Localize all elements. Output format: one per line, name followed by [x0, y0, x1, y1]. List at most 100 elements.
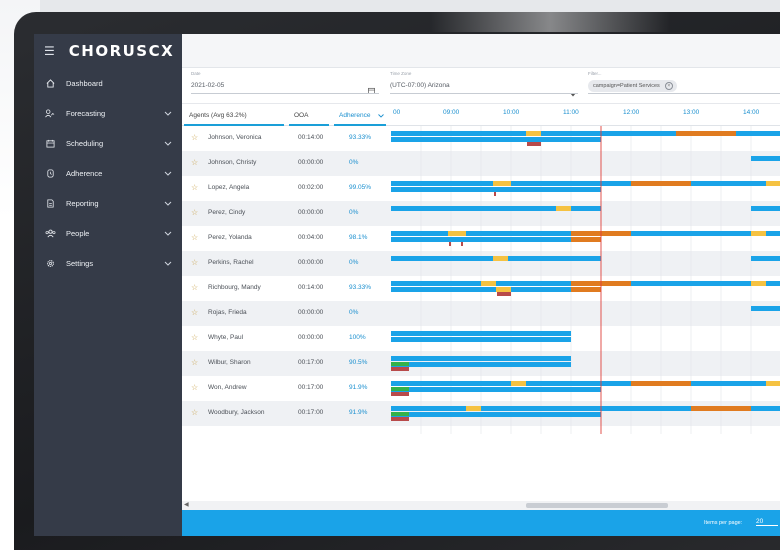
filter-chip[interactable]: campaign=Patient Services ×: [588, 80, 677, 92]
sidebar-item-adherence[interactable]: Adherence: [34, 158, 182, 188]
bezel-glare: [430, 12, 670, 32]
star-icon[interactable]: ☆: [191, 408, 198, 417]
timeline-segment: [496, 287, 511, 292]
hour-tick-label: 09:00: [443, 109, 460, 116]
timeline-segment: [571, 287, 601, 292]
star-icon[interactable]: ☆: [191, 308, 198, 317]
timeline-segment: [481, 281, 496, 286]
star-icon[interactable]: ☆: [191, 333, 198, 342]
timeline-segment: [391, 392, 409, 396]
star-icon[interactable]: ☆: [191, 283, 198, 292]
timeline-segment: [493, 256, 508, 261]
adherence-column-header[interactable]: Adherence: [339, 112, 370, 119]
star-icon[interactable]: ☆: [191, 133, 198, 142]
timeline-segment: [466, 231, 571, 236]
ooa-column-header[interactable]: OOA: [294, 112, 308, 119]
agent-adherence: 98.1%: [349, 234, 368, 241]
star-icon[interactable]: ☆: [191, 383, 198, 392]
agent-adherence: 100%: [349, 334, 366, 341]
agent-adherence: 90.5%: [349, 359, 368, 366]
timeline-segment: [751, 406, 780, 411]
timezone-select[interactable]: (UTC-07:00) Arizona: [390, 82, 450, 89]
agent-name: Rojas, Frieda: [208, 309, 247, 316]
timeline-chart: [391, 126, 780, 434]
calendar-icon: [44, 137, 56, 149]
timeline-segment: [391, 412, 601, 417]
timeline-segment: [466, 406, 481, 411]
agent-ooa: 00:00:00: [298, 159, 324, 166]
star-icon[interactable]: ☆: [191, 158, 198, 167]
sidebar-item-settings[interactable]: Settings: [34, 248, 182, 278]
agent-name: Won, Andrew: [208, 384, 247, 391]
main-content: Date 2021-02-05 Time Zone (UTC-07:00) Ar…: [182, 34, 780, 536]
timeline-segment: [391, 137, 601, 142]
timeline-segment: [391, 287, 496, 292]
sidebar-item-people[interactable]: People: [34, 218, 182, 248]
items-per-page-select[interactable]: 20: [756, 518, 778, 526]
timeline-segment: [691, 181, 766, 186]
agent-name: Woodbury, Jackson: [208, 409, 265, 416]
agents-column-header[interactable]: Agents (Avg 63.2%): [189, 112, 247, 119]
horizontal-scrollbar[interactable]: ◀: [182, 501, 780, 510]
agent-ooa: 00:17:00: [298, 409, 324, 416]
filter-chip-label: campaign=Patient Services: [593, 83, 660, 89]
star-icon[interactable]: ☆: [191, 258, 198, 267]
timeline-segment: [751, 256, 780, 261]
timeline-segment: [391, 387, 601, 392]
sidebar-item-dashboard[interactable]: Dashboard: [34, 68, 182, 98]
filter-underline: [588, 93, 780, 94]
scroll-left-icon[interactable]: ◀: [184, 501, 189, 508]
timeline-segment: [494, 192, 496, 196]
timeline-segment: [391, 367, 409, 371]
timeline-segment: [527, 142, 541, 146]
timeline-svg: [391, 126, 780, 434]
sidebar-item-forecasting[interactable]: Forecasting: [34, 98, 182, 128]
timeline-segment: [691, 381, 766, 386]
timeline-segment: [448, 231, 466, 236]
sidebar-item-label: Scheduling: [66, 138, 104, 148]
agent-name: Perkins, Rachel: [208, 259, 254, 266]
timeline-segment: [766, 181, 780, 186]
star-icon[interactable]: ☆: [191, 233, 198, 242]
timeline-segment: [736, 131, 780, 136]
sidebar-item-scheduling[interactable]: Scheduling: [34, 128, 182, 158]
chevron-down-icon: [164, 199, 174, 208]
timeline-segment: [766, 231, 780, 236]
agent-ooa: 00:04:00: [298, 234, 324, 241]
star-icon[interactable]: ☆: [191, 208, 198, 217]
sidebar-item-label: Settings: [66, 258, 94, 268]
app-screen: ☰ CHORUSCX Dashboard Forecasting Schedul…: [34, 34, 780, 536]
hour-tick-label: 13:00: [683, 109, 700, 116]
sidebar-item-reporting[interactable]: Reporting: [34, 188, 182, 218]
star-icon[interactable]: ☆: [191, 183, 198, 192]
hour-tick-label: 00: [393, 109, 401, 116]
star-icon[interactable]: ☆: [191, 358, 198, 367]
timeline-segment: [391, 331, 571, 336]
agent-adherence: 91.9%: [349, 384, 368, 391]
scrollbar-thumb[interactable]: [526, 503, 668, 508]
timeline-segment: [631, 281, 751, 286]
agent-name: Richbourg, Mandy: [208, 284, 261, 291]
agent-adherence: 99.05%: [349, 184, 372, 191]
agent-name: Perez, Yolanda: [208, 234, 252, 241]
timeline-segment: [391, 362, 409, 366]
device-background: ☰ CHORUSCX Dashboard Forecasting Schedul…: [0, 0, 780, 550]
agent-ooa: 00:17:00: [298, 359, 324, 366]
timeline-segment: [391, 256, 493, 261]
agent-ooa: 00:14:00: [298, 134, 324, 141]
timeline-segment: [481, 406, 691, 411]
sidebar-item-label: Forecasting: [66, 108, 106, 118]
timeline-segment: [571, 237, 601, 242]
footer-bar: Items per page: 20: [182, 510, 780, 536]
agent-ooa: 00:00:00: [298, 259, 324, 266]
calendar-icon[interactable]: [368, 81, 375, 99]
timeline-segment: [541, 131, 676, 136]
brand-bar: ☰ CHORUSCX: [34, 34, 182, 68]
agent-ooa: 00:14:00: [298, 284, 324, 291]
timeline-segment: [526, 381, 631, 386]
timeline-segment: [556, 206, 571, 211]
menu-icon[interactable]: ☰: [44, 44, 55, 58]
chip-close-icon[interactable]: ×: [664, 82, 673, 90]
date-input[interactable]: 2021-02-05: [191, 82, 224, 89]
chevron-down-icon[interactable]: [378, 113, 384, 120]
